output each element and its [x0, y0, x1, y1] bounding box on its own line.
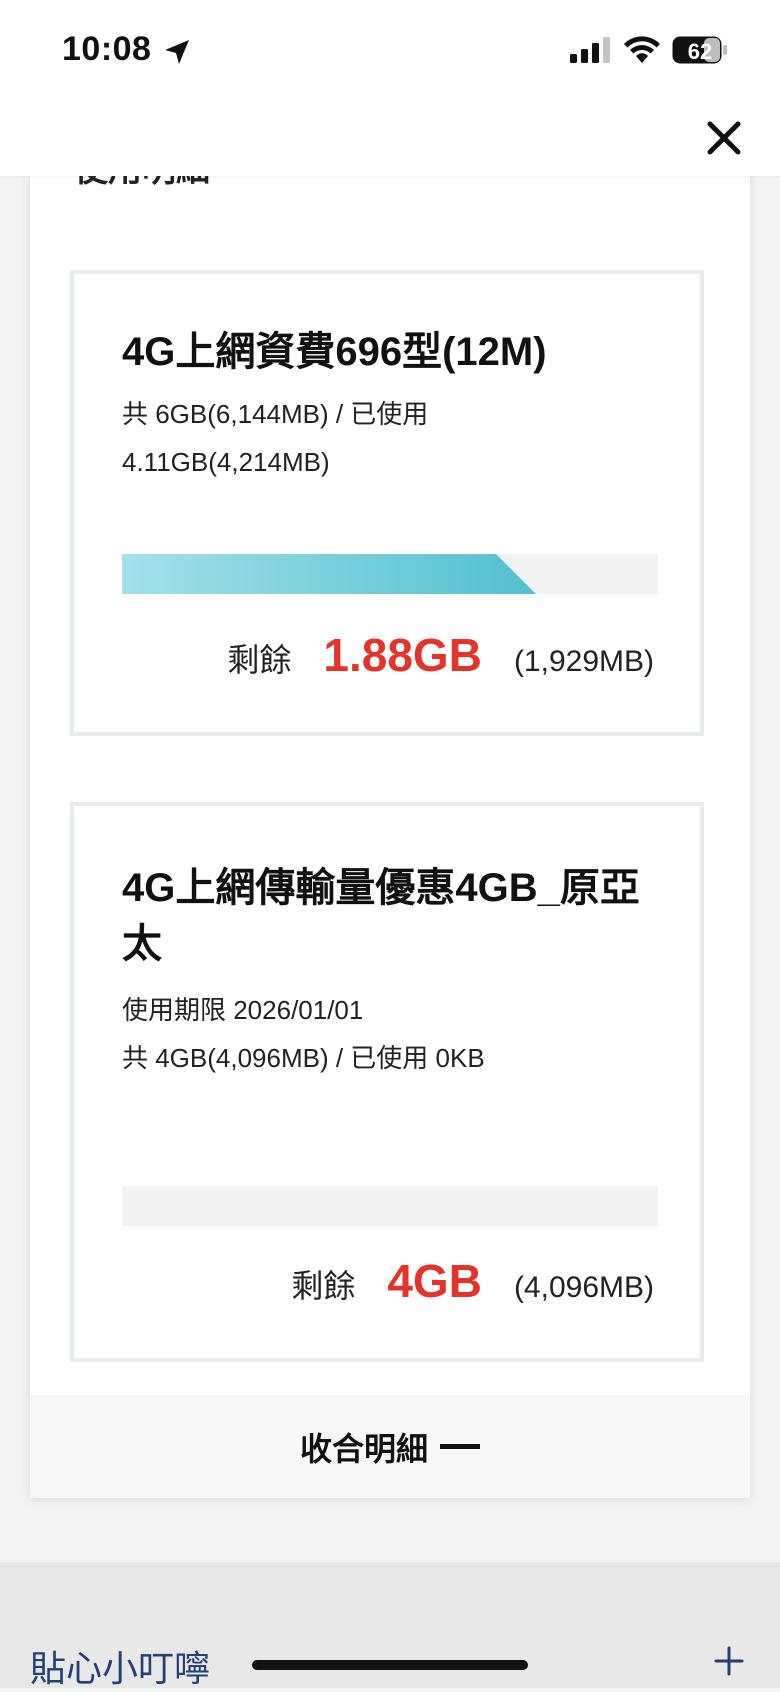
usage-details-panel: 使用明細 4G上網資費696型(12M) 共 6GB(6,144MB) / 已使… [30, 140, 750, 1498]
remaining-value: 4GB [387, 1255, 482, 1307]
data-plan-card: 4G上網資費696型(12M) 共 6GB(6,144MB) / 已使用 4.1… [70, 270, 704, 736]
plan-expiry-line: 使用期限 2026/01/01 [122, 995, 364, 1025]
plan-usage-line: 共 4GB(4,096MB) / 已使用 0KB [122, 1043, 485, 1073]
cellular-signal-icon [570, 37, 610, 63]
plan-usage-line: 共 6GB(6,144MB) / 已使用 [122, 399, 429, 429]
remaining-summary: 剩餘 4GB (4,096MB) [291, 1254, 654, 1308]
remaining-summary: 剩餘 1.88GB (1,929MB) [227, 628, 654, 682]
collapse-details-button[interactable]: 收合明細 [30, 1395, 750, 1498]
location-arrow-icon [165, 40, 189, 64]
wifi-icon [624, 36, 660, 63]
plan-title: 4G上網傳輸量優惠4GB_原亞太 [122, 866, 640, 966]
status-bar: 10:08 62 [0, 0, 780, 100]
close-icon[interactable] [702, 116, 746, 160]
collapse-label: 收合明細 [299, 1430, 428, 1467]
remaining-value: 1.88GB [323, 629, 482, 681]
remaining-mb: (1,929MB) [513, 645, 654, 678]
plan-usage-line: 4.11GB(4,214MB) [122, 447, 330, 477]
remaining-mb: (4,096MB) [513, 1271, 654, 1304]
tips-toggle-label[interactable]: 貼心小叮嚀 [30, 1640, 210, 1692]
status-time: 10:08 [62, 30, 152, 68]
remaining-label: 剩餘 [227, 642, 292, 678]
modal-header [0, 100, 780, 176]
plus-icon[interactable] [714, 1646, 744, 1676]
usage-progress-bar [122, 554, 658, 594]
usage-progress-fill [122, 554, 536, 594]
plan-title: 4G上網資費696型(12M) [122, 330, 547, 374]
remaining-label: 剩餘 [291, 1268, 356, 1304]
home-indicator [252, 1660, 528, 1670]
data-plan-card: 4G上網傳輸量優惠4GB_原亞太 使用期限 2026/01/01 共 4GB(4… [70, 802, 704, 1362]
battery-level: 62 [687, 39, 713, 64]
minus-icon [440, 1444, 480, 1449]
usage-progress-bar [122, 1186, 658, 1226]
